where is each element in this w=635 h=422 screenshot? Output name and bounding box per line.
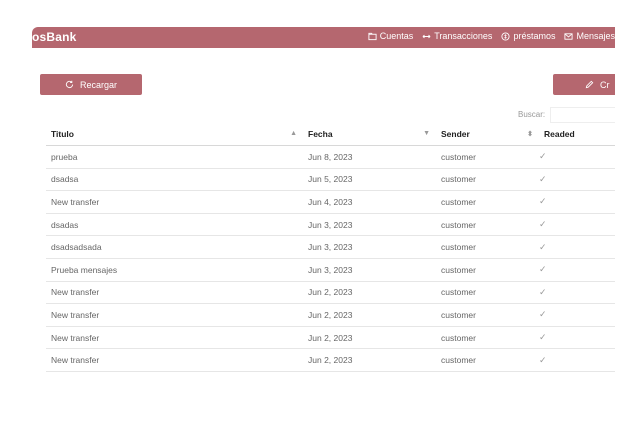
table-row[interactable]: New transfer Jun 2, 2023 customer ✓ [46, 326, 615, 350]
table-row[interactable]: New transfer Jun 2, 2023 customer ✓ [46, 281, 615, 305]
brand-logo[interactable]: osBank [32, 30, 77, 44]
table-row[interactable]: prueba Jun 8, 2023 customer ✓ [46, 145, 615, 169]
check-icon: ✓ [539, 235, 615, 259]
folder-icon [368, 32, 377, 40]
mail-icon [564, 32, 574, 40]
table-row[interactable]: dsadsadsada Jun 3, 2023 customer ✓ [46, 235, 615, 259]
check-icon: ✓ [539, 281, 615, 305]
coin-icon [501, 31, 510, 41]
app-frame: osBank Cuentas Transacciones préstamos M… [32, 27, 615, 377]
check-icon: ✓ [539, 326, 615, 350]
nav-label-transacciones: Transacciones [434, 31, 493, 41]
table-header-row: Titulo ▲ Fecha ▼ Sender ⬍ Readed [46, 123, 615, 146]
table-row[interactable]: dsadsa Jun 5, 2023 customer ✓ [46, 168, 615, 192]
reload-label: Recargar [79, 79, 117, 90]
table-row[interactable]: Prueba mensajes Jun 3, 2023 customer ✓ [46, 258, 615, 282]
table-row[interactable]: New transfer Jun 4, 2023 customer ✓ [46, 190, 615, 214]
nav-item-prestamos[interactable]: préstamos [501, 31, 555, 41]
messages-table: Titulo ▲ Fecha ▼ Sender ⬍ Readed prueba J… [46, 123, 615, 372]
column-header-titulo[interactable]: Titulo ▲ [46, 123, 303, 146]
nav-label-cuentas: Cuentas [379, 31, 414, 41]
check-icon: ✓ [539, 258, 615, 282]
nav-label-mensajes: Mensajes [576, 31, 615, 41]
nav-item-mensajes[interactable]: Mensajes [564, 31, 615, 41]
nav-item-cuentas[interactable]: Cuentas [368, 31, 414, 41]
navbar: osBank Cuentas Transacciones préstamos M… [32, 27, 615, 48]
sort-up-icon: ▲ [290, 130, 297, 137]
check-icon: ✓ [539, 348, 615, 372]
nav-links: Cuentas Transacciones préstamos Mensajes [368, 31, 615, 41]
table-row[interactable]: New transfer Jun 2, 2023 customer ✓ [46, 303, 615, 327]
check-icon: ✓ [539, 303, 615, 327]
check-icon: ✓ [539, 145, 615, 169]
create-button[interactable]: Cr [553, 74, 615, 95]
search-label: Buscar: [518, 110, 546, 119]
table-row[interactable]: New transfer Jun 2, 2023 customer ✓ [46, 348, 615, 372]
transfer-icon [422, 34, 431, 38]
column-header-readed[interactable]: Readed [539, 123, 615, 146]
check-icon: ✓ [539, 213, 615, 237]
table-row[interactable]: dsadas Jun 3, 2023 customer ✓ [46, 213, 615, 237]
nav-label-prestamos: préstamos [513, 31, 556, 41]
column-header-sender[interactable]: Sender ⬍ [436, 123, 539, 146]
sort-both-icon: ⬍ [527, 131, 533, 138]
sort-down-icon: ▼ [423, 130, 430, 137]
search-input[interactable] [550, 107, 615, 123]
reload-button[interactable]: Recargar [40, 74, 142, 95]
check-icon: ✓ [539, 168, 615, 192]
refresh-icon [65, 80, 74, 88]
pencil-icon [585, 80, 594, 89]
nav-item-transacciones[interactable]: Transacciones [422, 31, 492, 41]
check-icon: ✓ [539, 190, 615, 214]
create-label: Cr [600, 79, 610, 90]
column-header-fecha[interactable]: Fecha ▼ [303, 123, 436, 146]
